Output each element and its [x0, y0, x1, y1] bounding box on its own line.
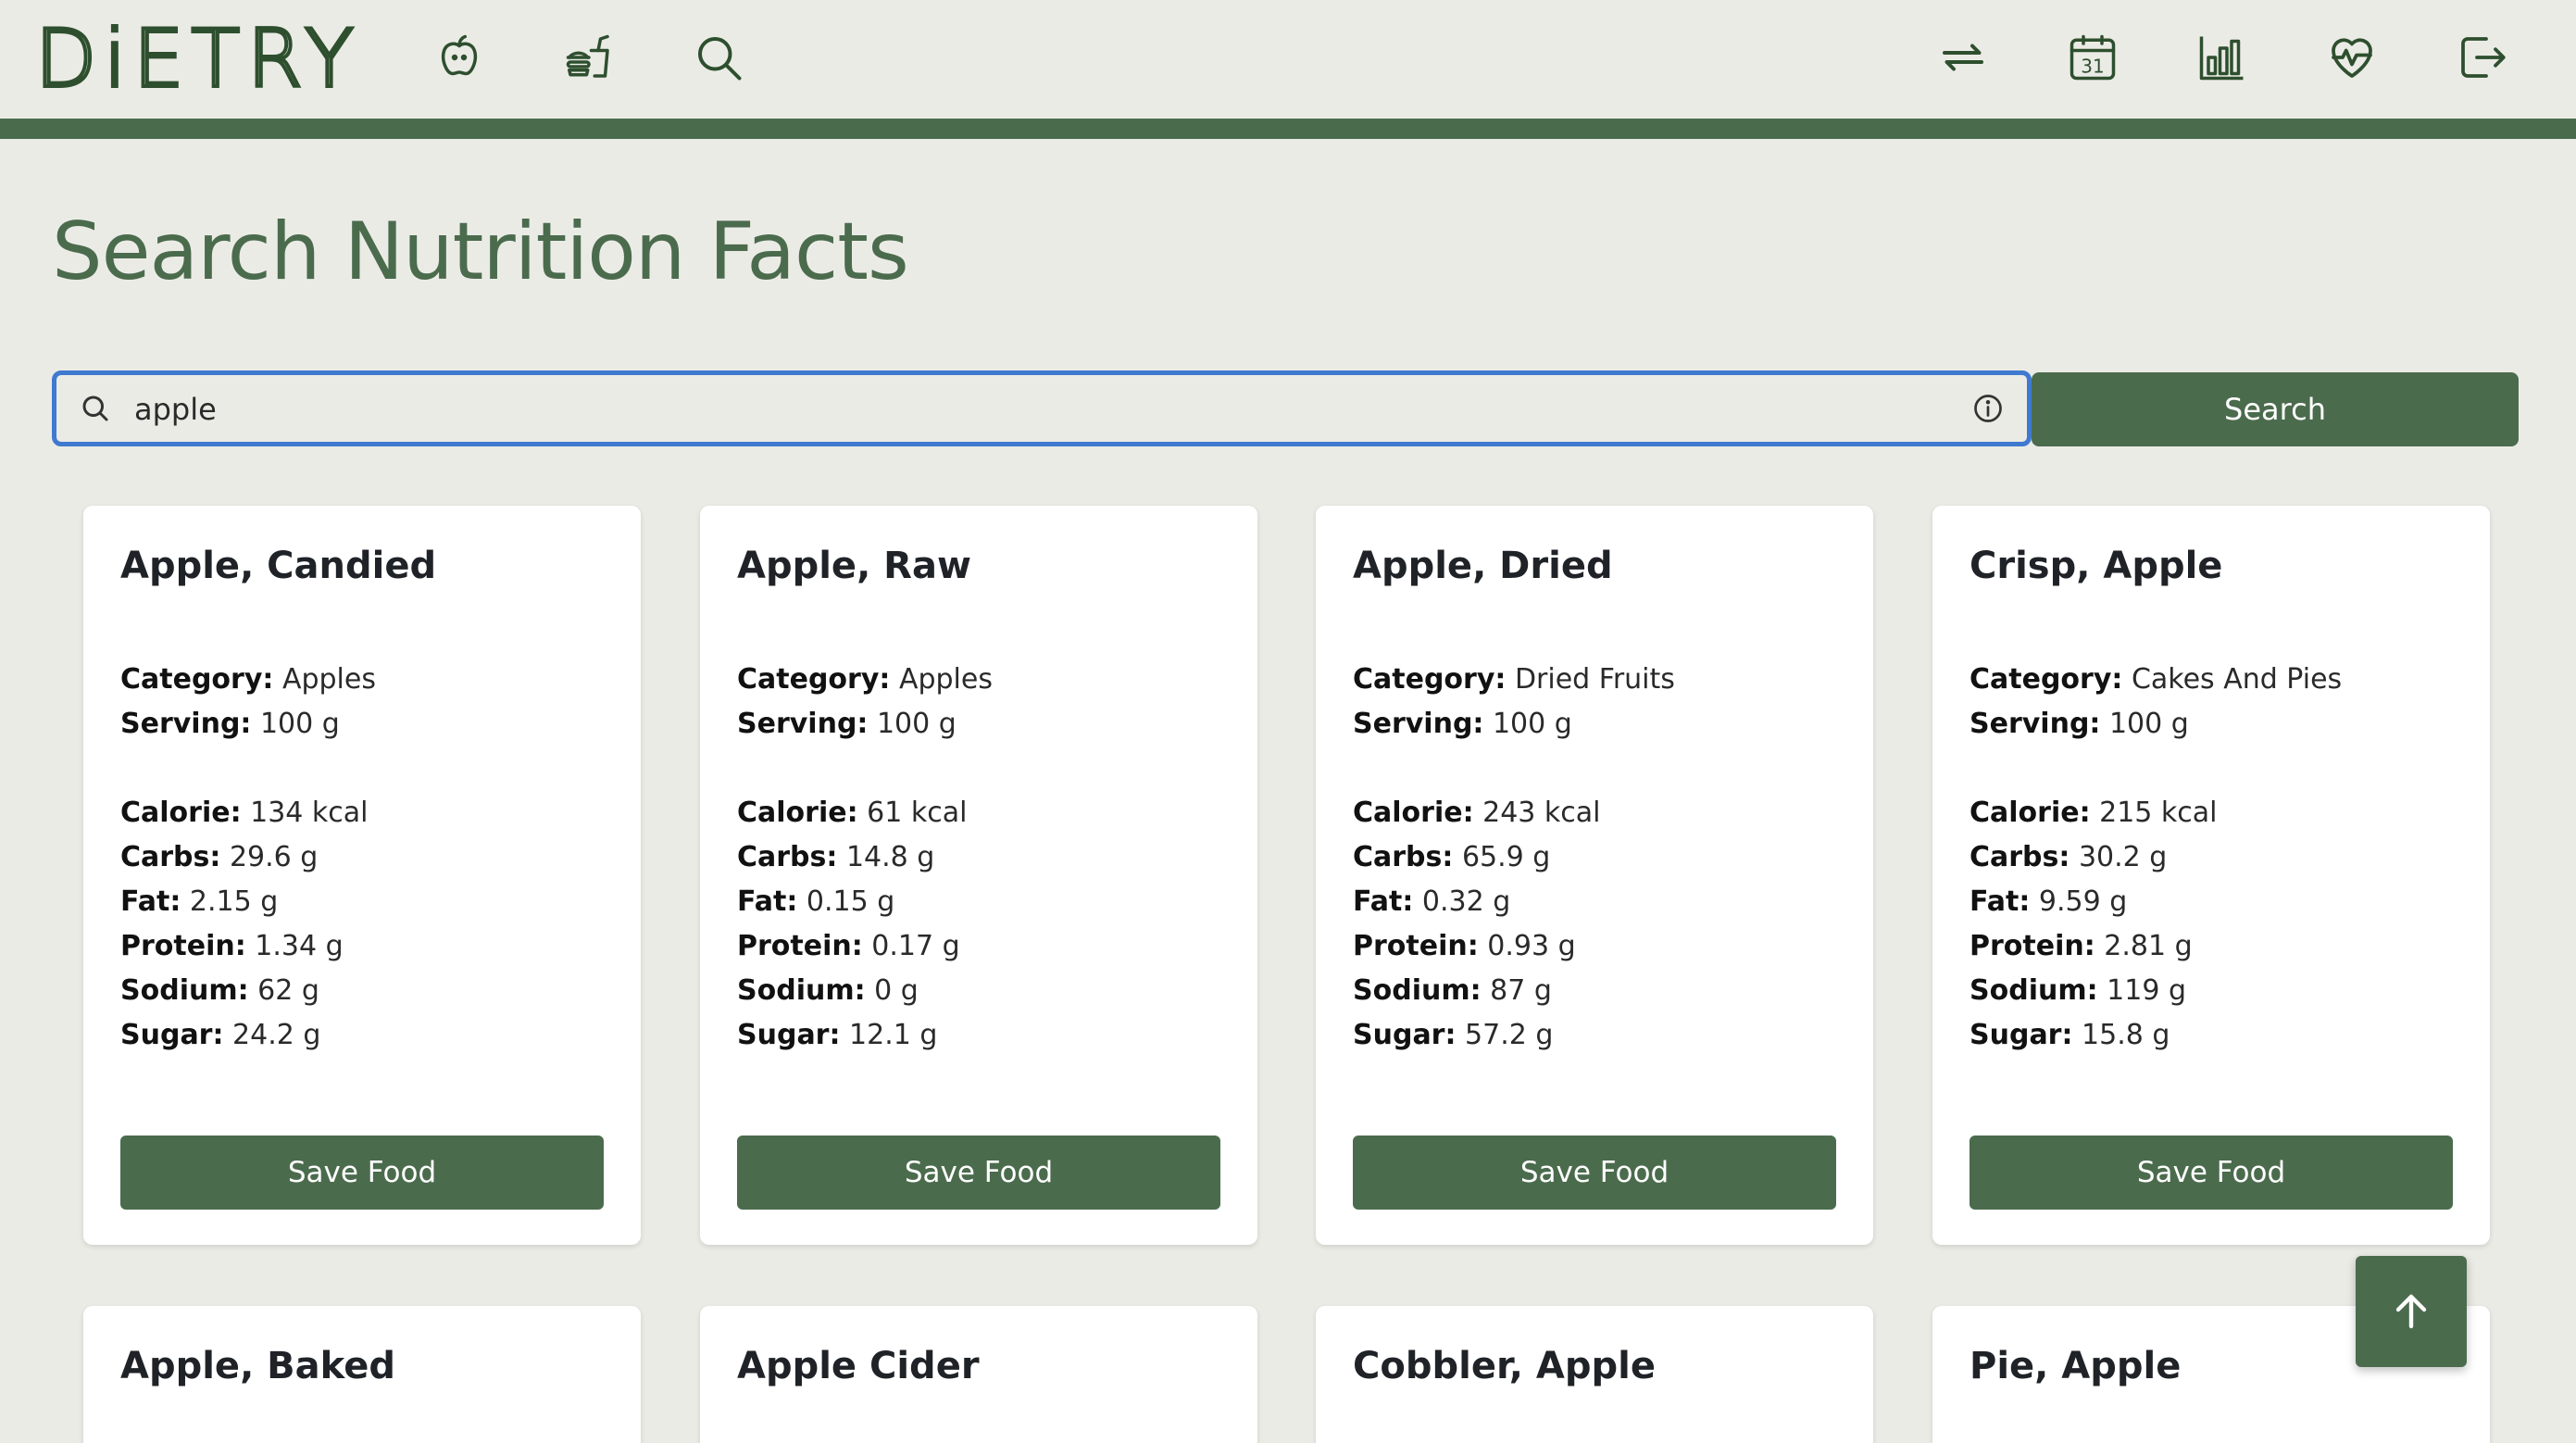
food-category: Category: Apples: [737, 663, 993, 696]
food-card: Apple, Candied Category: Apples Serving:…: [83, 506, 641, 1245]
food-fat: Fat: 2.15 g: [120, 885, 279, 918]
food-name: Crisp, Apple: [1970, 545, 2223, 587]
apple-icon[interactable]: [422, 20, 496, 94]
food-card: Apple, Dried Category: Dried Fruits Serv…: [1316, 506, 1873, 1245]
food-sugar: Sugar: 15.8 g: [1970, 1019, 2170, 1051]
app-logo[interactable]: DiETRY: [33, 11, 361, 107]
food-serving: Serving: 100 g: [1970, 708, 2189, 740]
food-name: Apple, Raw: [737, 545, 971, 587]
food-name: Apple, Candied: [120, 545, 437, 587]
food-calorie: Calorie: 134 kcal: [120, 797, 369, 829]
food-category: Category: Apples: [120, 663, 376, 696]
search-button[interactable]: Search: [2032, 372, 2519, 446]
save-food-button[interactable]: Save Food: [1970, 1136, 2453, 1210]
food-sugar: Sugar: 12.1 g: [737, 1019, 938, 1051]
food-calorie: Calorie: 61 kcal: [737, 797, 968, 829]
food-protein: Protein: 1.34 g: [120, 930, 344, 962]
food-carbs: Carbs: 29.6 g: [120, 841, 319, 873]
food-protein: Protein: 0.93 g: [1353, 930, 1576, 962]
search-field[interactable]: [52, 370, 2032, 446]
food-card: Cobbler, Apple: [1316, 1306, 1873, 1443]
food-sugar: Sugar: 57.2 g: [1353, 1019, 1554, 1051]
calendar-icon[interactable]: 31: [2056, 20, 2130, 94]
food-sodium: Sodium: 87 g: [1353, 974, 1552, 1007]
food-card: Apple, Raw Category: Apples Serving: 100…: [700, 506, 1257, 1245]
food-sodium: Sodium: 119 g: [1970, 974, 2186, 1007]
food-name: Apple, Dried: [1353, 545, 1613, 587]
food-name: Pie, Apple: [1970, 1345, 2182, 1387]
food-name: Cobbler, Apple: [1353, 1345, 1656, 1387]
food-card: Apple, Baked: [83, 1306, 641, 1443]
food-carbs: Carbs: 65.9 g: [1353, 841, 1551, 873]
food-fat: Fat: 9.59 g: [1970, 885, 2128, 918]
heart-pulse-icon[interactable]: [2315, 20, 2389, 94]
food-fat: Fat: 0.15 g: [737, 885, 895, 918]
fast-food-icon[interactable]: [552, 20, 626, 94]
food-name: Apple, Baked: [120, 1345, 395, 1387]
swap-icon[interactable]: [1926, 20, 2000, 94]
save-food-button[interactable]: Save Food: [737, 1136, 1220, 1210]
svg-text:31: 31: [2081, 55, 2104, 77]
food-fat: Fat: 0.32 g: [1353, 885, 1511, 918]
food-calorie: Calorie: 215 kcal: [1970, 797, 2218, 829]
food-category: Category: Cakes And Pies: [1970, 663, 2343, 696]
food-carbs: Carbs: 30.2 g: [1970, 841, 2168, 873]
food-protein: Protein: 2.81 g: [1970, 930, 2193, 962]
food-sodium: Sodium: 62 g: [120, 974, 319, 1007]
page-title: Search Nutrition Facts: [52, 206, 909, 298]
food-name: Apple Cider: [737, 1345, 980, 1387]
food-protein: Protein: 0.17 g: [737, 930, 960, 962]
food-sugar: Sugar: 24.2 g: [120, 1019, 321, 1051]
scroll-to-top-button[interactable]: [2356, 1256, 2467, 1367]
food-card: Crisp, Apple Category: Cakes And Pies Se…: [1932, 506, 2490, 1245]
logout-icon[interactable]: [2445, 20, 2519, 94]
food-card: Apple Cider: [700, 1306, 1257, 1443]
food-serving: Serving: 100 g: [120, 708, 340, 740]
food-sodium: Sodium: 0 g: [737, 974, 919, 1007]
food-serving: Serving: 100 g: [1353, 708, 1572, 740]
bar-chart-icon[interactable]: [2185, 20, 2259, 94]
search-icon[interactable]: [682, 20, 756, 94]
food-category: Category: Dried Fruits: [1353, 663, 1675, 696]
food-carbs: Carbs: 14.8 g: [737, 841, 935, 873]
save-food-button[interactable]: Save Food: [120, 1136, 604, 1210]
search-icon: [82, 395, 108, 421]
food-calorie: Calorie: 243 kcal: [1353, 797, 1601, 829]
food-serving: Serving: 100 g: [737, 708, 957, 740]
arrow-up-icon: [2395, 1294, 2427, 1329]
info-icon[interactable]: [1971, 392, 2005, 425]
save-food-button[interactable]: Save Food: [1353, 1136, 1836, 1210]
search-input[interactable]: [134, 381, 1971, 436]
top-navbar: DiETRY 31: [0, 0, 2576, 139]
